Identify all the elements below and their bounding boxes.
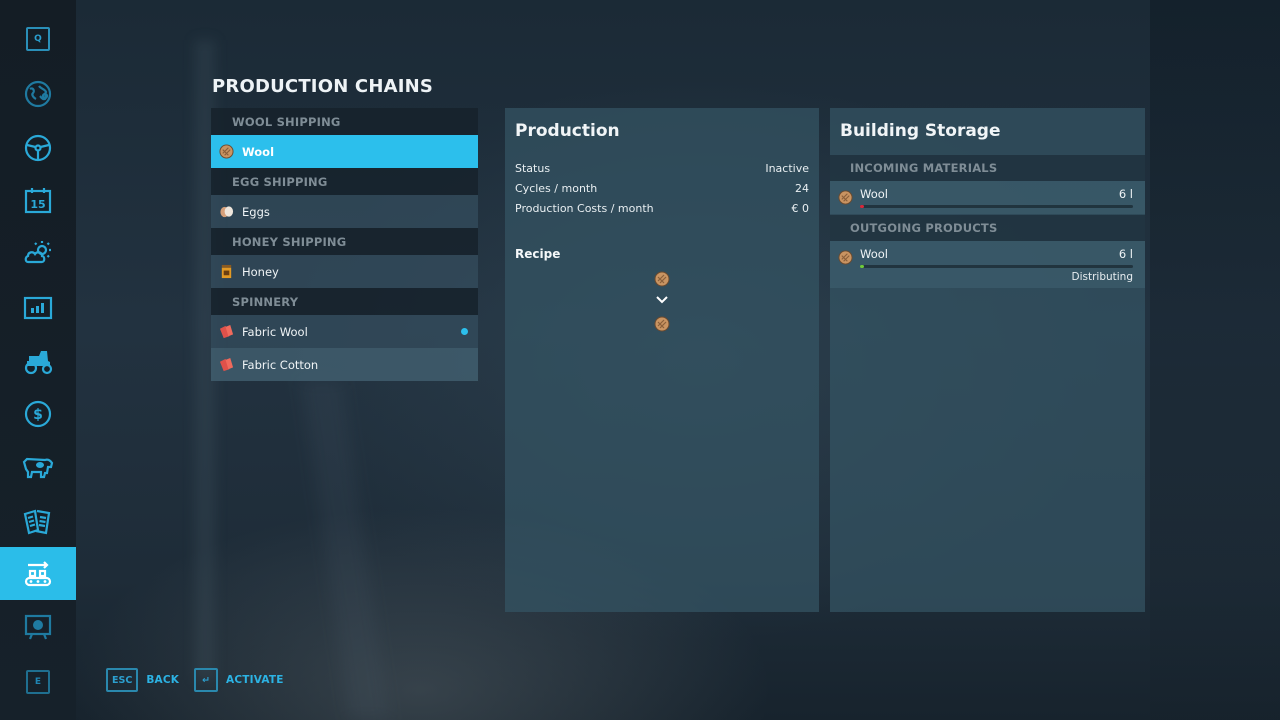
contracts-icon [23, 509, 51, 534]
list-item-eggs[interactable]: Eggs [211, 195, 478, 228]
distribution-status[interactable]: Distributing [1072, 271, 1134, 283]
sidebar-item-production-chains[interactable] [0, 547, 76, 600]
storage-fill-bar [860, 265, 1133, 268]
storage-item-amount: 6 l [1118, 247, 1133, 261]
storage-fill-bar [860, 205, 1133, 208]
sidebar-item-statistics[interactable] [0, 281, 76, 334]
production-panel: Production Status Inactive Cycles / mont… [505, 108, 819, 612]
recipe-title: Recipe [515, 247, 561, 261]
calendar-icon: 15 [24, 187, 52, 213]
costs-label: Production Costs / month [515, 201, 654, 215]
production-chains-icon [24, 560, 52, 586]
cycles-label: Cycles / month [515, 181, 598, 195]
honey-icon [221, 264, 232, 279]
storage-item-amount: 6 l [1118, 187, 1133, 201]
wool-icon [654, 271, 670, 287]
background-decoration [301, 380, 389, 720]
animals-icon [22, 457, 54, 478]
svg-text:$: $ [33, 407, 43, 423]
back-button[interactable]: ESC BACK [106, 668, 179, 692]
storage-fill [860, 205, 864, 208]
q-key-icon: Q [26, 26, 50, 51]
map-icon [24, 80, 52, 107]
sidebar-item-tractor[interactable] [0, 334, 76, 387]
cycles-row: Cycles / month 24 [515, 179, 809, 197]
outgoing-products-header: OUTGOING PRODUCTS [830, 215, 1145, 241]
finances-icon: $ [24, 400, 52, 427]
wool-icon [838, 190, 853, 205]
sidebar-item-calendar[interactable]: 15 [0, 174, 76, 227]
esc-key-icon: ESC [106, 668, 139, 692]
sidebar-item-map[interactable] [0, 67, 76, 120]
storage-row-outgoing-wool: Wool 6 l Distributing [830, 241, 1145, 288]
chain-header: SPINNERY [211, 288, 478, 315]
activate-button[interactable]: ↵ ACTIVATE [194, 668, 284, 692]
status-value: Inactive [765, 161, 809, 175]
costs-row: Production Costs / month € 0 [515, 199, 809, 217]
svg-text:15: 15 [30, 198, 45, 211]
chain-header: EGG SHIPPING [211, 168, 478, 195]
chain-header: WOOL SHIPPING [211, 108, 478, 135]
status-row: Status Inactive [515, 159, 809, 177]
production-title: Production [515, 121, 620, 141]
eggs-icon [220, 206, 234, 218]
list-item-honey[interactable]: Honey [211, 255, 478, 288]
steering-wheel-icon [24, 134, 52, 161]
cycles-value: 24 [795, 181, 809, 195]
wool-icon [219, 144, 234, 159]
sidebar-item-contracts[interactable] [0, 494, 76, 547]
sidebar-item-weather[interactable] [0, 226, 76, 279]
fabric-icon [219, 324, 234, 339]
list-item-wool[interactable]: Wool [211, 135, 478, 168]
list-item-label: Honey [242, 264, 279, 279]
sidebar-item-finances[interactable]: $ [0, 387, 76, 440]
building-storage-panel: Building Storage INCOMING MATERIALS Wool… [830, 108, 1145, 612]
list-item-label: Wool [242, 144, 275, 159]
storage-item-name: Wool [860, 247, 888, 261]
storage-title: Building Storage [840, 121, 1001, 141]
fabric-icon [219, 357, 234, 372]
sidebar-key-prev[interactable]: Q [0, 12, 76, 65]
sidebar-key-next[interactable]: E [0, 655, 76, 708]
list-item-label: Eggs [242, 204, 270, 219]
wool-icon [654, 316, 670, 332]
sidebar-item-vehicles[interactable] [0, 121, 76, 174]
list-item-fabric-cotton[interactable]: Fabric Cotton [211, 348, 478, 381]
chevron-down-icon [656, 296, 668, 304]
back-label: BACK [146, 674, 180, 686]
background-decoration [1150, 0, 1280, 720]
sidebar-item-animals[interactable] [0, 440, 76, 493]
storage-item-name: Wool [860, 187, 888, 201]
sidebar-item-help[interactable] [0, 600, 76, 653]
status-label: Status [515, 161, 551, 175]
incoming-materials-header: INCOMING MATERIALS [830, 155, 1145, 181]
statistics-icon [23, 296, 53, 319]
list-item-label: Fabric Wool [242, 324, 308, 339]
wool-icon [838, 250, 853, 265]
tractor-icon [24, 350, 53, 374]
activate-label: ACTIVATE [226, 674, 284, 686]
weather-icon [24, 240, 51, 263]
sidebar: Q 15 $ E [0, 0, 76, 720]
e-key-icon: E [26, 669, 50, 694]
help-screen-icon [24, 614, 52, 639]
page-title: PRODUCTION CHAINS [212, 76, 434, 97]
enter-key-icon: ↵ [194, 668, 218, 692]
chain-header: HONEY SHIPPING [211, 228, 478, 255]
list-item-fabric-wool[interactable]: Fabric Wool [211, 315, 478, 348]
active-indicator-dot [461, 328, 468, 335]
storage-fill [860, 265, 864, 268]
list-item-label: Fabric Cotton [242, 357, 319, 372]
production-chains-list: WOOL SHIPPING Wool EGG SHIPPING Eggs HON… [211, 108, 478, 381]
costs-value: € 0 [791, 201, 810, 215]
storage-row-incoming-wool: Wool 6 l [830, 181, 1145, 214]
